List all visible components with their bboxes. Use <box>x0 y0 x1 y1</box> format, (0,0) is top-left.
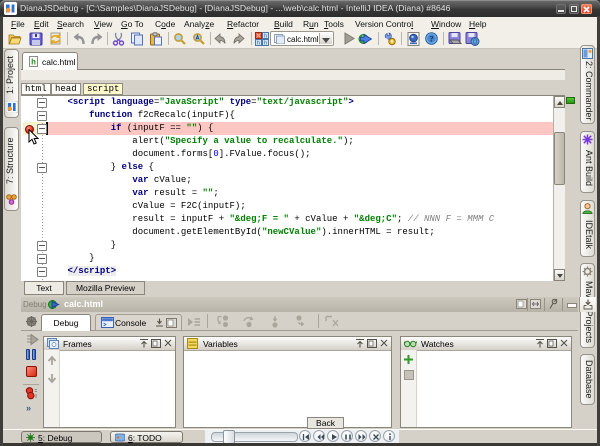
svg-text:h: h <box>257 41 260 47</box>
svg-text:h: h <box>31 59 36 68</box>
svg-text:h: h <box>264 34 267 40</box>
svg-text:h: h <box>264 41 267 47</box>
svg-text:?: ? <box>429 34 433 44</box>
